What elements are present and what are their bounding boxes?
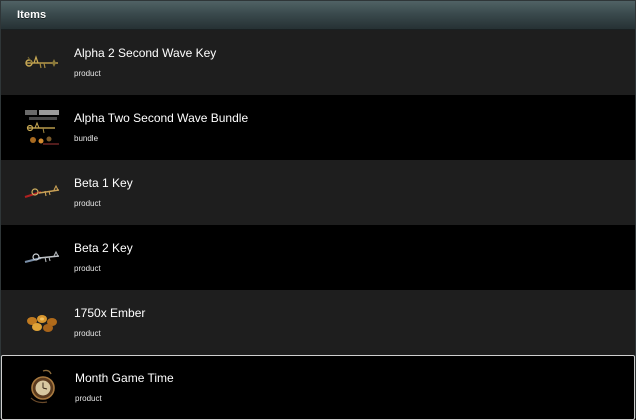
item-type: bundle [74,134,99,143]
item-text: Alpha 2 Second Wave Key product [74,46,216,79]
item-name: Beta 2 Key [74,241,133,255]
list-item[interactable]: Beta 1 Key product [1,160,635,225]
items-panel-header: Items [1,1,635,30]
list-item-selected[interactable]: Month Game Time product [1,355,635,420]
item-text: 1750x Ember product [74,306,145,339]
silver-key-icon [18,234,66,282]
item-name: Alpha 2 Second Wave Key [74,46,217,60]
item-name: Month Game Time [75,371,174,385]
gold-key-icon [18,39,66,87]
list-item[interactable]: Beta 2 Key product [1,225,635,290]
items-list: Alpha 2 Second Wave Key product Alpha Tw… [1,30,635,420]
items-panel: Items Alpha 2 Second Wave Key product Al… [0,0,636,420]
list-item[interactable]: Alpha Two Second Wave Bundle bundle [1,95,635,160]
item-text: Alpha Two Second Wave Bundle bundle [74,111,248,144]
item-text: Month Game Time product [75,371,174,404]
item-text: Beta 1 Key product [74,176,133,209]
list-item[interactable]: Alpha 2 Second Wave Key product [1,30,635,95]
item-type: product [74,69,101,78]
list-item[interactable]: 1750x Ember product [1,290,635,355]
pocket-watch-icon [19,364,67,412]
red-key-icon [18,169,66,217]
item-type: product [74,199,101,208]
item-type: product [75,394,102,403]
item-name: Alpha Two Second Wave Bundle [74,111,249,125]
bundle-icon [18,104,66,152]
panel-title: Items [17,9,47,21]
item-name: 1750x Ember [74,306,146,320]
ember-coins-icon [18,299,66,347]
item-name: Beta 1 Key [74,176,133,190]
item-type: product [74,329,101,338]
item-text: Beta 2 Key product [74,241,133,274]
item-type: product [74,264,101,273]
